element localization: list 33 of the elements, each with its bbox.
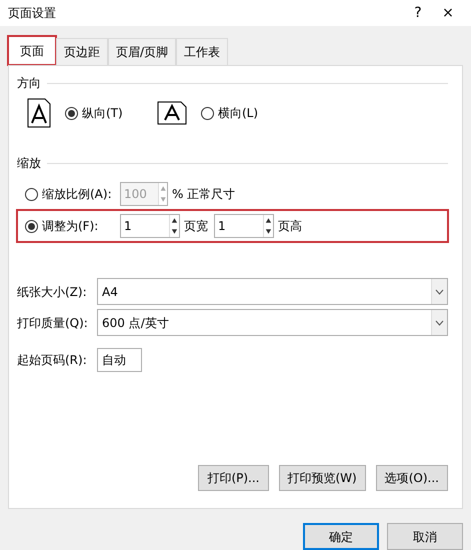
dropdown[interactable]: 600 点/英寸 bbox=[97, 309, 448, 336]
button[interactable]: 确定 bbox=[303, 523, 379, 550]
text-field[interactable]: 自动 bbox=[97, 348, 142, 372]
radio-button[interactable]: 横向(L) bbox=[201, 104, 258, 122]
dropdown[interactable]: A4 bbox=[97, 278, 448, 305]
spin-box[interactable]: 1 bbox=[120, 214, 180, 238]
caret-icon[interactable] bbox=[435, 288, 444, 294]
tab[interactable]: 页边距 bbox=[56, 38, 108, 65]
tab[interactable]: 工作表 bbox=[176, 38, 228, 65]
radio-button[interactable]: 缩放比例(A): bbox=[25, 185, 120, 203]
window-title: 页面设置 bbox=[8, 5, 57, 22]
portrait-page-icon bbox=[27, 98, 51, 128]
button[interactable]: 打印(P)... bbox=[198, 465, 268, 491]
field-label: 纸张大小(Z): bbox=[17, 284, 88, 300]
radio-button[interactable]: 纵向(T) bbox=[65, 104, 123, 122]
tab[interactable]: 页面 bbox=[8, 36, 56, 65]
button[interactable]: 选项(O)... bbox=[376, 465, 448, 491]
field-label: 打印质量(Q): bbox=[17, 314, 89, 332]
landscape-page-icon bbox=[157, 101, 187, 125]
field-suffix: 页宽 bbox=[184, 218, 208, 235]
caret-icon[interactable] bbox=[435, 320, 444, 326]
field-suffix: % 正常尺寸 bbox=[172, 186, 236, 203]
field-suffix: 页高 bbox=[278, 218, 302, 235]
close-button[interactable]: × bbox=[433, 2, 463, 24]
button[interactable]: 打印预览(W) bbox=[278, 465, 366, 491]
spin-box[interactable]: 1 bbox=[214, 214, 274, 238]
button[interactable]: 取消 bbox=[387, 523, 463, 550]
field-label: 起始页码(R): bbox=[17, 352, 88, 369]
tab[interactable]: 页眉/页脚 bbox=[108, 38, 176, 65]
section-title: 缩放 bbox=[17, 155, 41, 172]
help-button[interactable]: ? bbox=[403, 2, 433, 24]
radio-button[interactable]: 调整为(F): bbox=[25, 217, 120, 235]
section-title: 方向 bbox=[17, 75, 41, 92]
